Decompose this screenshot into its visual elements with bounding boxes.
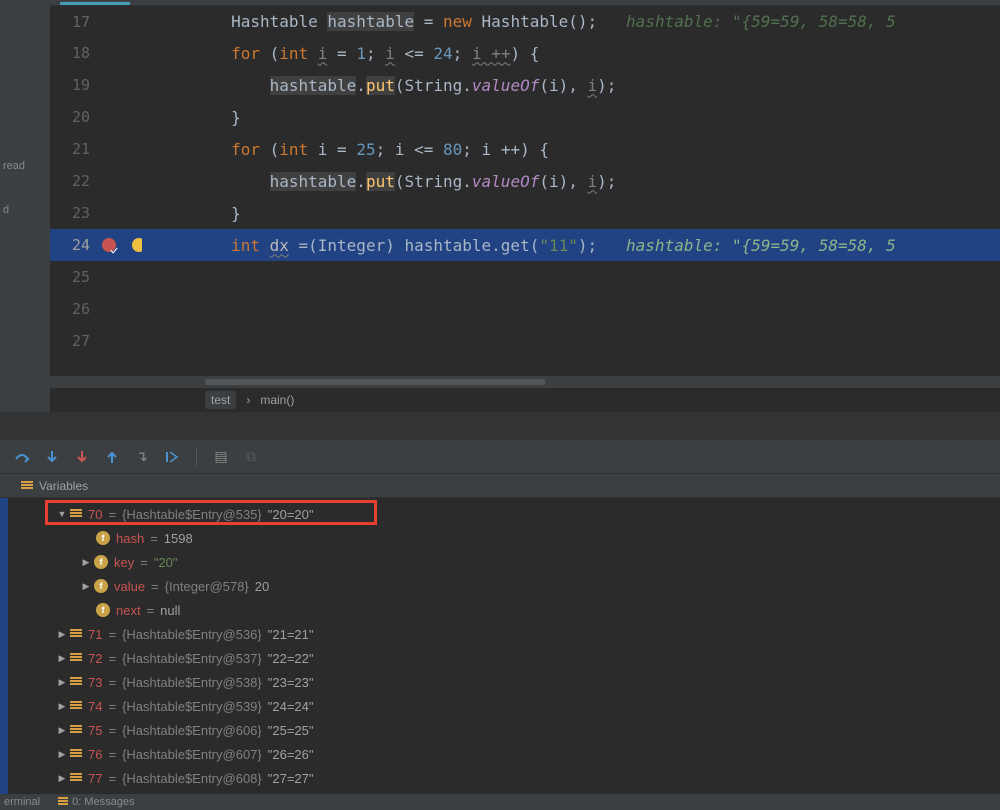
field-icon: f	[94, 579, 108, 593]
field-icon: f	[94, 555, 108, 569]
debug-toolbar: ↴ ▤ ⧉	[0, 440, 1000, 474]
left-tool-sidebar[interactable]: read d	[0, 5, 50, 412]
step-into-icon[interactable]	[44, 449, 60, 465]
messages-icon	[58, 797, 68, 807]
step-over-icon[interactable]	[14, 449, 30, 465]
code-line[interactable]: Hashtable hashtable = new Hashtable(); h…	[148, 12, 1000, 31]
field-icon: f	[96, 603, 110, 617]
code-line[interactable]: }	[148, 108, 1000, 127]
variables-tree[interactable]: ▼ 70 = {Hashtable$Entry@535} "20=20" f h…	[0, 498, 1000, 794]
line-number: 22	[50, 172, 100, 190]
line-number: 23	[50, 204, 100, 222]
side-label-d: d	[0, 199, 50, 221]
line-number: 20	[50, 108, 100, 126]
variables-header[interactable]: Variables	[0, 474, 1000, 498]
line-number: 19	[50, 76, 100, 94]
entry-icon	[70, 773, 82, 783]
variables-icon	[21, 481, 33, 491]
line-number: 24	[50, 236, 100, 254]
side-label-read: read	[0, 155, 50, 177]
disclosure-down-icon[interactable]: ▼	[56, 508, 68, 520]
field-icon: f	[96, 531, 110, 545]
code-line[interactable]: for (int i = 25; i <= 80; i ++) {	[148, 140, 1000, 159]
disclosure-right-icon[interactable]: ▶	[56, 628, 68, 640]
force-step-into-icon[interactable]	[74, 449, 90, 465]
breakpoint-icon[interactable]	[102, 238, 116, 252]
disclosure-right-icon[interactable]: ▶	[56, 676, 68, 688]
disclosure-right-icon[interactable]: ▶	[56, 700, 68, 712]
terminal-tab[interactable]: erminal	[4, 796, 40, 808]
entry-icon	[70, 509, 82, 519]
line-number: 25	[50, 268, 100, 286]
step-out-icon[interactable]	[104, 449, 120, 465]
disclosure-right-icon[interactable]: ▶	[56, 748, 68, 760]
entry-icon	[70, 749, 82, 759]
horizontal-scrollbar[interactable]	[50, 376, 1000, 388]
code-line[interactable]: }	[148, 204, 1000, 223]
entry-icon	[70, 725, 82, 735]
messages-tab[interactable]: 0: Messages	[58, 796, 134, 808]
frame-gutter	[0, 498, 8, 794]
entry-icon	[70, 653, 82, 663]
line-number: 27	[50, 332, 100, 350]
disclosure-right-icon[interactable]: ▶	[56, 724, 68, 736]
line-number: 21	[50, 140, 100, 158]
line-number: 17	[50, 13, 100, 31]
line-number: 18	[50, 44, 100, 62]
code-line[interactable]: for (int i = 1; i <= 24; i ++) {	[148, 44, 1000, 63]
line-number: 26	[50, 300, 100, 318]
disclosure-right-icon[interactable]: ▶	[80, 580, 92, 592]
run-to-cursor-icon[interactable]	[164, 449, 180, 465]
entry-icon	[70, 677, 82, 687]
code-line[interactable]: int dx =(Integer) hashtable.get("11"); h…	[142, 236, 1000, 255]
code-editor[interactable]: 17 Hashtable hashtable = new Hashtable()…	[50, 5, 1000, 376]
code-line[interactable]: hashtable.put(String.valueOf(i), i);	[148, 76, 1000, 95]
calculator-icon[interactable]: ▤	[213, 449, 229, 465]
bottom-tool-bar[interactable]: erminal 0: Messages	[0, 794, 1000, 810]
code-line[interactable]: hashtable.put(String.valueOf(i), i);	[148, 172, 1000, 191]
entry-icon	[70, 701, 82, 711]
debugger-panel: ↴ ▤ ⧉ Variables ▼ 70 = {Hashtable$Entry@…	[0, 412, 1000, 810]
breadcrumb-class[interactable]: test	[205, 391, 236, 409]
watches-toggle-icon[interactable]: ⧉	[243, 449, 259, 465]
breadcrumb[interactable]: test › main()	[50, 388, 1000, 412]
disclosure-right-icon[interactable]: ▶	[56, 652, 68, 664]
drop-frame-icon[interactable]: ↴	[134, 449, 150, 465]
disclosure-right-icon[interactable]: ▶	[56, 772, 68, 784]
breadcrumb-method[interactable]: main()	[260, 393, 294, 407]
entry-icon	[70, 629, 82, 639]
disclosure-right-icon[interactable]: ▶	[80, 556, 92, 568]
